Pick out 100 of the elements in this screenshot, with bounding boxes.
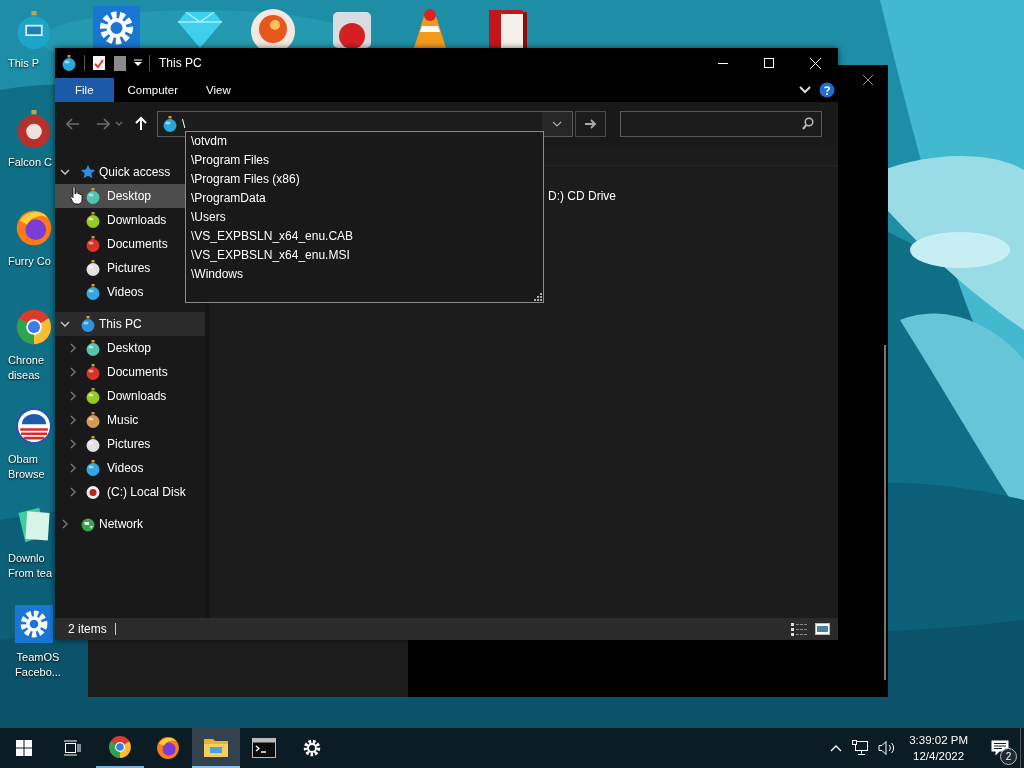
suggestion-item[interactable]: \Program Files bbox=[186, 151, 543, 170]
large-icons-view-icon bbox=[815, 623, 830, 635]
icon-label: Obam Browse bbox=[8, 452, 45, 482]
ornament-icon bbox=[85, 460, 101, 476]
ornament-icon bbox=[85, 236, 101, 252]
help-icon[interactable] bbox=[819, 82, 835, 98]
sidebar-item[interactable]: Pictures bbox=[55, 256, 185, 280]
browser-icon[interactable] bbox=[15, 308, 53, 346]
close-icon bbox=[809, 57, 821, 69]
back-arrow-icon bbox=[66, 116, 80, 131]
ornament-icon bbox=[85, 436, 101, 452]
folder-icon bbox=[204, 737, 228, 757]
sidebar-item[interactable]: Downloads bbox=[55, 208, 185, 232]
sidebar-item[interactable]: Music bbox=[55, 408, 205, 432]
maximize-icon bbox=[764, 58, 774, 68]
chevron-down-icon bbox=[115, 120, 123, 127]
recent-locations-button[interactable] bbox=[113, 120, 125, 127]
star-icon bbox=[80, 164, 96, 180]
globe-icon bbox=[80, 516, 96, 532]
browser-icon bbox=[108, 735, 132, 759]
ornament-icon[interactable] bbox=[15, 110, 53, 148]
sidebar-item[interactable]: Videos bbox=[55, 456, 205, 480]
settings-icon[interactable] bbox=[93, 6, 140, 48]
sidebar-item[interactable]: Documents bbox=[55, 232, 185, 256]
suggestion-item[interactable]: \VS_EXPBSLN_x64_enu.MSI bbox=[186, 246, 543, 265]
icon-label: This P bbox=[8, 56, 40, 71]
go-button[interactable] bbox=[575, 110, 606, 137]
sidebar-item[interactable]: (C:) Local Disk bbox=[55, 480, 205, 504]
ribbon-tab[interactable]: View bbox=[192, 78, 245, 102]
ornament-icon bbox=[85, 340, 101, 356]
sidebar-item[interactable]: Network bbox=[55, 512, 205, 536]
up-arrow-icon bbox=[134, 116, 148, 131]
sidebar-item[interactable]: Downloads bbox=[55, 384, 205, 408]
details-view-icon bbox=[791, 622, 807, 636]
resize-grip-icon[interactable] bbox=[534, 293, 542, 301]
suggestion-item[interactable]: \ProgramData bbox=[186, 189, 543, 208]
disk-icon bbox=[85, 484, 101, 500]
icon-label: TeamOS Facebo... bbox=[14, 650, 62, 680]
ornament-icon bbox=[85, 212, 101, 228]
notifications-button[interactable]: 2 bbox=[980, 728, 1020, 768]
sidebar-item[interactable]: Desktop bbox=[55, 184, 185, 208]
icon-label: Furry Co bbox=[8, 254, 51, 269]
suggestion-item[interactable]: \Windows bbox=[186, 265, 543, 284]
search-icon bbox=[802, 117, 814, 130]
sidebar-item[interactable]: This PC bbox=[55, 312, 205, 336]
ornament-icon bbox=[85, 412, 101, 428]
browser-icon[interactable] bbox=[15, 209, 53, 247]
suggestion-item[interactable]: \VS_EXPBSLN_x64_enu.CAB bbox=[186, 227, 543, 246]
sidebar-item[interactable]: Desktop bbox=[55, 336, 205, 360]
scrollbar[interactable] bbox=[884, 345, 886, 680]
ornament-icon bbox=[85, 284, 101, 300]
ornament-icon bbox=[85, 388, 101, 404]
search-field[interactable] bbox=[620, 110, 822, 137]
app-tile-icon[interactable] bbox=[333, 12, 371, 48]
clock-date: 12/4/2022 bbox=[913, 749, 965, 764]
ornament-icon bbox=[162, 115, 178, 132]
suggestion-item[interactable]: \Program Files (x86) bbox=[186, 170, 543, 189]
ornament-icon bbox=[61, 55, 77, 71]
notification-count: 2 bbox=[1000, 748, 1017, 765]
arrow-right-icon bbox=[584, 118, 597, 129]
ribbon-tab[interactable]: Computer bbox=[113, 78, 193, 102]
ornament-icon bbox=[80, 316, 96, 332]
settings-icon bbox=[302, 738, 322, 758]
chevron-down-icon bbox=[552, 120, 562, 127]
hand-cursor-icon bbox=[70, 186, 83, 205]
network-icon bbox=[852, 740, 869, 756]
windows-logo-icon bbox=[16, 740, 32, 756]
folder-icon[interactable] bbox=[114, 55, 126, 71]
drive-item[interactable]: D:) CD Drive bbox=[548, 189, 838, 203]
suggestion-item[interactable]: \Users bbox=[186, 208, 543, 227]
settings-icon[interactable] bbox=[15, 605, 53, 643]
ribbon-tab[interactable]: File bbox=[55, 78, 114, 102]
sidebar-item[interactable]: Pictures bbox=[55, 432, 205, 456]
terminal-icon bbox=[252, 738, 276, 758]
icon-label: Downlo From tea bbox=[8, 551, 52, 581]
item-count: 2 items bbox=[68, 623, 116, 635]
forward-arrow-icon bbox=[96, 116, 110, 131]
caret-icon[interactable] bbox=[134, 59, 142, 67]
sidebar-item[interactable]: Documents bbox=[55, 360, 205, 384]
chevron-down-icon[interactable] bbox=[799, 86, 811, 94]
circle-logo-icon[interactable] bbox=[15, 407, 53, 445]
sidebar-item[interactable]: Quick access bbox=[55, 160, 185, 184]
clock-time: 3:39:02 PM bbox=[909, 733, 968, 748]
taskbar-app[interactable] bbox=[192, 728, 240, 768]
ornament-icon bbox=[85, 364, 101, 380]
volume-icon bbox=[878, 740, 897, 756]
task-view-icon bbox=[63, 740, 81, 756]
browser-icon bbox=[156, 736, 180, 760]
book-icon[interactable] bbox=[487, 8, 527, 48]
icon-label: Chrone diseas bbox=[8, 353, 45, 383]
checklist-icon[interactable] bbox=[92, 55, 106, 71]
close-icon[interactable] bbox=[862, 74, 874, 86]
sidebar-item[interactable]: Videos bbox=[55, 280, 185, 304]
ornament-icon bbox=[85, 260, 101, 276]
icon-label: Falcon C bbox=[8, 155, 53, 170]
chevron-up-icon bbox=[830, 744, 843, 752]
clock[interactable]: 3:39:02 PM 12/4/2022 bbox=[901, 732, 980, 764]
window-title: This PC bbox=[159, 56, 202, 70]
computer-ornament-icon[interactable] bbox=[15, 11, 53, 49]
diamond-icon[interactable] bbox=[178, 12, 222, 48]
